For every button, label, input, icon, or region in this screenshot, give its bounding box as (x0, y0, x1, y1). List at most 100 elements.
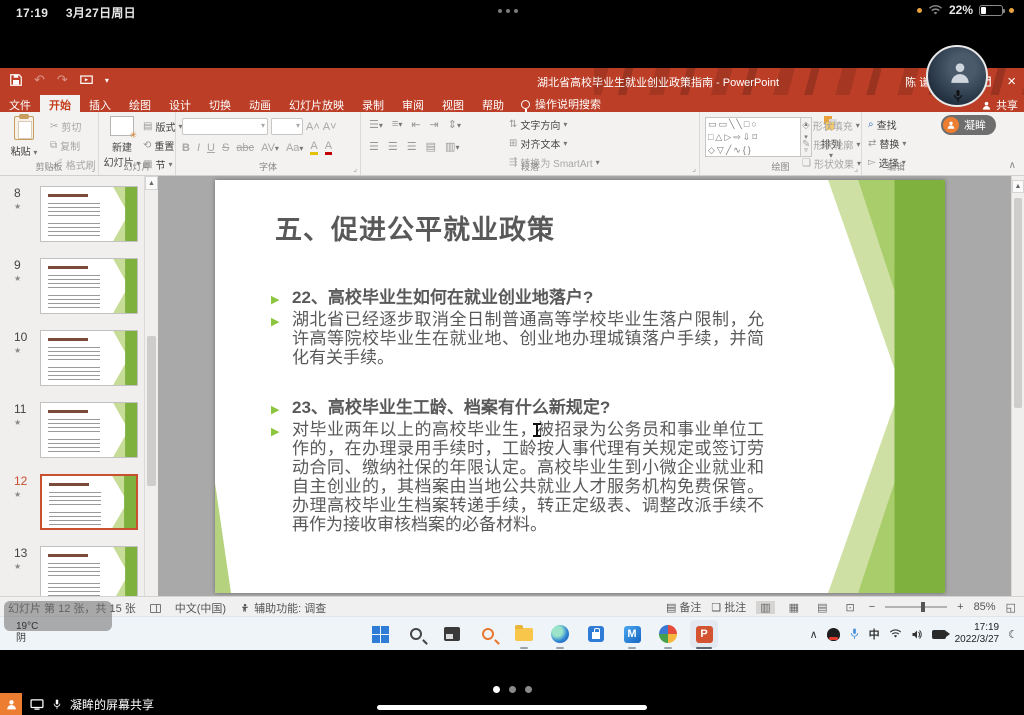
tray-camera-icon[interactable] (932, 630, 946, 639)
fit-to-window-icon[interactable]: ◱ (1006, 601, 1016, 614)
scroll-up-icon[interactable]: ▲ (1012, 180, 1024, 193)
tell-me-search[interactable]: 操作说明搜索 (521, 95, 601, 112)
font-dialog-launcher-icon[interactable]: ⌟ (353, 164, 357, 173)
question-22[interactable]: ▶22、高校毕业生如何在就业创业地落户? (292, 288, 764, 307)
scrollbar-thumb[interactable] (1014, 198, 1022, 408)
tab-file[interactable]: 文件 (0, 95, 40, 112)
qat-customize-icon[interactable]: ▾ (105, 76, 109, 85)
slide-area-scrollbar[interactable]: ▲ (1011, 176, 1024, 596)
question-23[interactable]: ▶23、高校毕业生工龄、档案有什么新规定? (292, 398, 764, 417)
find-button[interactable]: ⌕查找 (868, 117, 906, 132)
thumbnail-slide-10[interactable]: 10★ (0, 328, 144, 392)
paste-button[interactable]: 粘贴 ▾ (2, 116, 46, 158)
scroll-up-icon[interactable]: ▲ (145, 176, 158, 190)
clear-formatting-button[interactable]: abc (236, 142, 254, 154)
thumbnail-slide-9[interactable]: 9★ (0, 256, 144, 320)
ime-indicator[interactable]: 中 (869, 626, 880, 642)
tray-expand-icon[interactable]: ∧ (810, 628, 818, 641)
line-spacing-button[interactable]: ⇕▾ (448, 118, 461, 131)
file-explorer-button[interactable] (510, 620, 538, 648)
numbering-button[interactable]: ≡▾ (392, 118, 402, 131)
thumbnail-slide-8[interactable]: 8★ (0, 184, 144, 248)
shape-fill-button[interactable]: ◇形状填充▾ (802, 118, 861, 133)
align-center-button[interactable]: ☰ (388, 140, 398, 153)
tray-speaker-icon[interactable] (911, 629, 923, 640)
character-spacing-button[interactable]: AV▾ (261, 142, 279, 154)
slide-title[interactable]: 五、促进公平就业政策 (275, 208, 555, 247)
home-indicator[interactable] (377, 705, 647, 710)
align-left-button[interactable]: ☰ (369, 140, 379, 153)
proofing-icon[interactable] (150, 604, 161, 613)
app-orange-search[interactable] (474, 620, 502, 648)
microsoft-store-button[interactable] (582, 620, 610, 648)
cut-button[interactable]: ✂剪切 (50, 119, 96, 134)
italic-button[interactable]: I (197, 142, 200, 154)
grow-font-icon[interactable]: A˄ (306, 121, 320, 133)
tab-animations[interactable]: 动画 (240, 95, 280, 112)
slide-sorter-view-button[interactable]: ▦ (785, 601, 803, 614)
normal-view-button[interactable]: ▥ (756, 601, 774, 614)
edge-browser-button[interactable] (546, 620, 574, 648)
underline-button[interactable]: U (207, 142, 215, 154)
zoom-in-button[interactable]: + (957, 601, 963, 613)
font-color-button[interactable]: A (325, 140, 332, 155)
taskbar-search-button[interactable] (402, 620, 430, 648)
app-dark-window[interactable] (438, 620, 466, 648)
tray-mic-icon[interactable] (849, 627, 860, 641)
align-text-button[interactable]: ⊞对齐文本▾ (509, 136, 600, 151)
tab-insert[interactable]: 插入 (80, 95, 120, 112)
text-direction-button[interactable]: ⇅文字方向▾ (509, 117, 600, 132)
zoom-out-button[interactable]: − (869, 601, 875, 613)
start-button[interactable] (366, 620, 394, 648)
tab-home[interactable]: 开始 (40, 95, 80, 112)
weather-widget[interactable]: 19°C 阴 (16, 621, 38, 645)
presence-pill[interactable]: 凝眸 (941, 115, 996, 135)
strikethrough-button[interactable]: S (222, 142, 229, 154)
align-right-button[interactable]: ☰ (407, 140, 417, 153)
app-m-blue[interactable]: M (618, 620, 646, 648)
focus-assist-moon-icon[interactable]: ☾ (1008, 628, 1018, 641)
tab-review[interactable]: 审阅 (393, 95, 433, 112)
bullets-button[interactable]: ☰▾ (369, 118, 383, 131)
answer-22[interactable]: ▶湖北省已经逐步取消全日制普通高等学校毕业生落户限制，允许高等院校毕业生在就业地… (292, 310, 764, 367)
shapes-gallery[interactable]: ▭▭╲╲□○□△▷⇨⇩⌑◇▽╱∿{} (705, 117, 801, 157)
thumbnail-scrollbar[interactable]: ▲ (144, 176, 158, 596)
tab-design[interactable]: 设计 (160, 95, 200, 112)
slide-canvas[interactable]: 五、促进公平就业政策 ▶22、高校毕业生如何在就业创业地落户? ▶湖北省已经逐步… (215, 180, 945, 593)
shape-effects-button[interactable]: ❏形状效果▾ (802, 156, 861, 171)
tab-view[interactable]: 视图 (433, 95, 473, 112)
tab-transitions[interactable]: 切换 (200, 95, 240, 112)
comments-toggle[interactable]: ❑批注 (711, 599, 746, 615)
qq-icon[interactable] (827, 628, 840, 641)
tab-draw[interactable]: 绘图 (120, 95, 160, 112)
bold-button[interactable]: B (182, 142, 190, 154)
change-case-button[interactable]: Aa▾ (286, 142, 303, 154)
zoom-slider-thumb[interactable] (921, 602, 925, 612)
answer-23[interactable]: ▶对毕业两年以上的高校毕业生，被招录为公务员和事业单位工作的，在办理录用手续时，… (292, 420, 764, 534)
paragraph-dialog-launcher-icon[interactable]: ⌟ (692, 164, 696, 173)
thumbnail-slide-12-selected[interactable]: 12★ (0, 472, 144, 536)
tray-wifi-icon[interactable] (889, 629, 902, 639)
font-size-select[interactable] (271, 118, 303, 135)
slideshow-view-button[interactable]: ⊡ (841, 601, 858, 614)
columns-button[interactable]: ▥▾ (445, 140, 459, 153)
redo-icon[interactable]: ↷ (57, 72, 68, 88)
save-icon[interactable] (10, 74, 22, 86)
undo-icon[interactable]: ↶ (34, 72, 45, 88)
screen-share-banner[interactable]: 凝眸的屏幕共享 (0, 693, 154, 715)
notes-toggle[interactable]: ▤备注 (666, 599, 701, 615)
font-name-select[interactable] (182, 118, 268, 135)
powerpoint-taskbar-button[interactable]: P (690, 620, 718, 648)
scrollbar-thumb[interactable] (147, 336, 156, 486)
start-slideshow-icon[interactable] (80, 75, 93, 86)
tab-record[interactable]: 录制 (353, 95, 393, 112)
increase-indent-button[interactable]: ⇥ (430, 118, 439, 131)
justify-button[interactable]: ▤ (426, 140, 436, 153)
highlight-color-button[interactable]: A (310, 140, 317, 155)
accessibility-checker[interactable]: 辅助功能: 调查 (240, 600, 326, 616)
shrink-font-icon[interactable]: A˅ (323, 121, 337, 133)
zoom-level[interactable]: 85% (974, 601, 996, 613)
tab-help[interactable]: 帮助 (473, 95, 513, 112)
copy-button[interactable]: ⧉复制 (50, 138, 96, 153)
close-window-icon[interactable]: × (1007, 73, 1016, 90)
